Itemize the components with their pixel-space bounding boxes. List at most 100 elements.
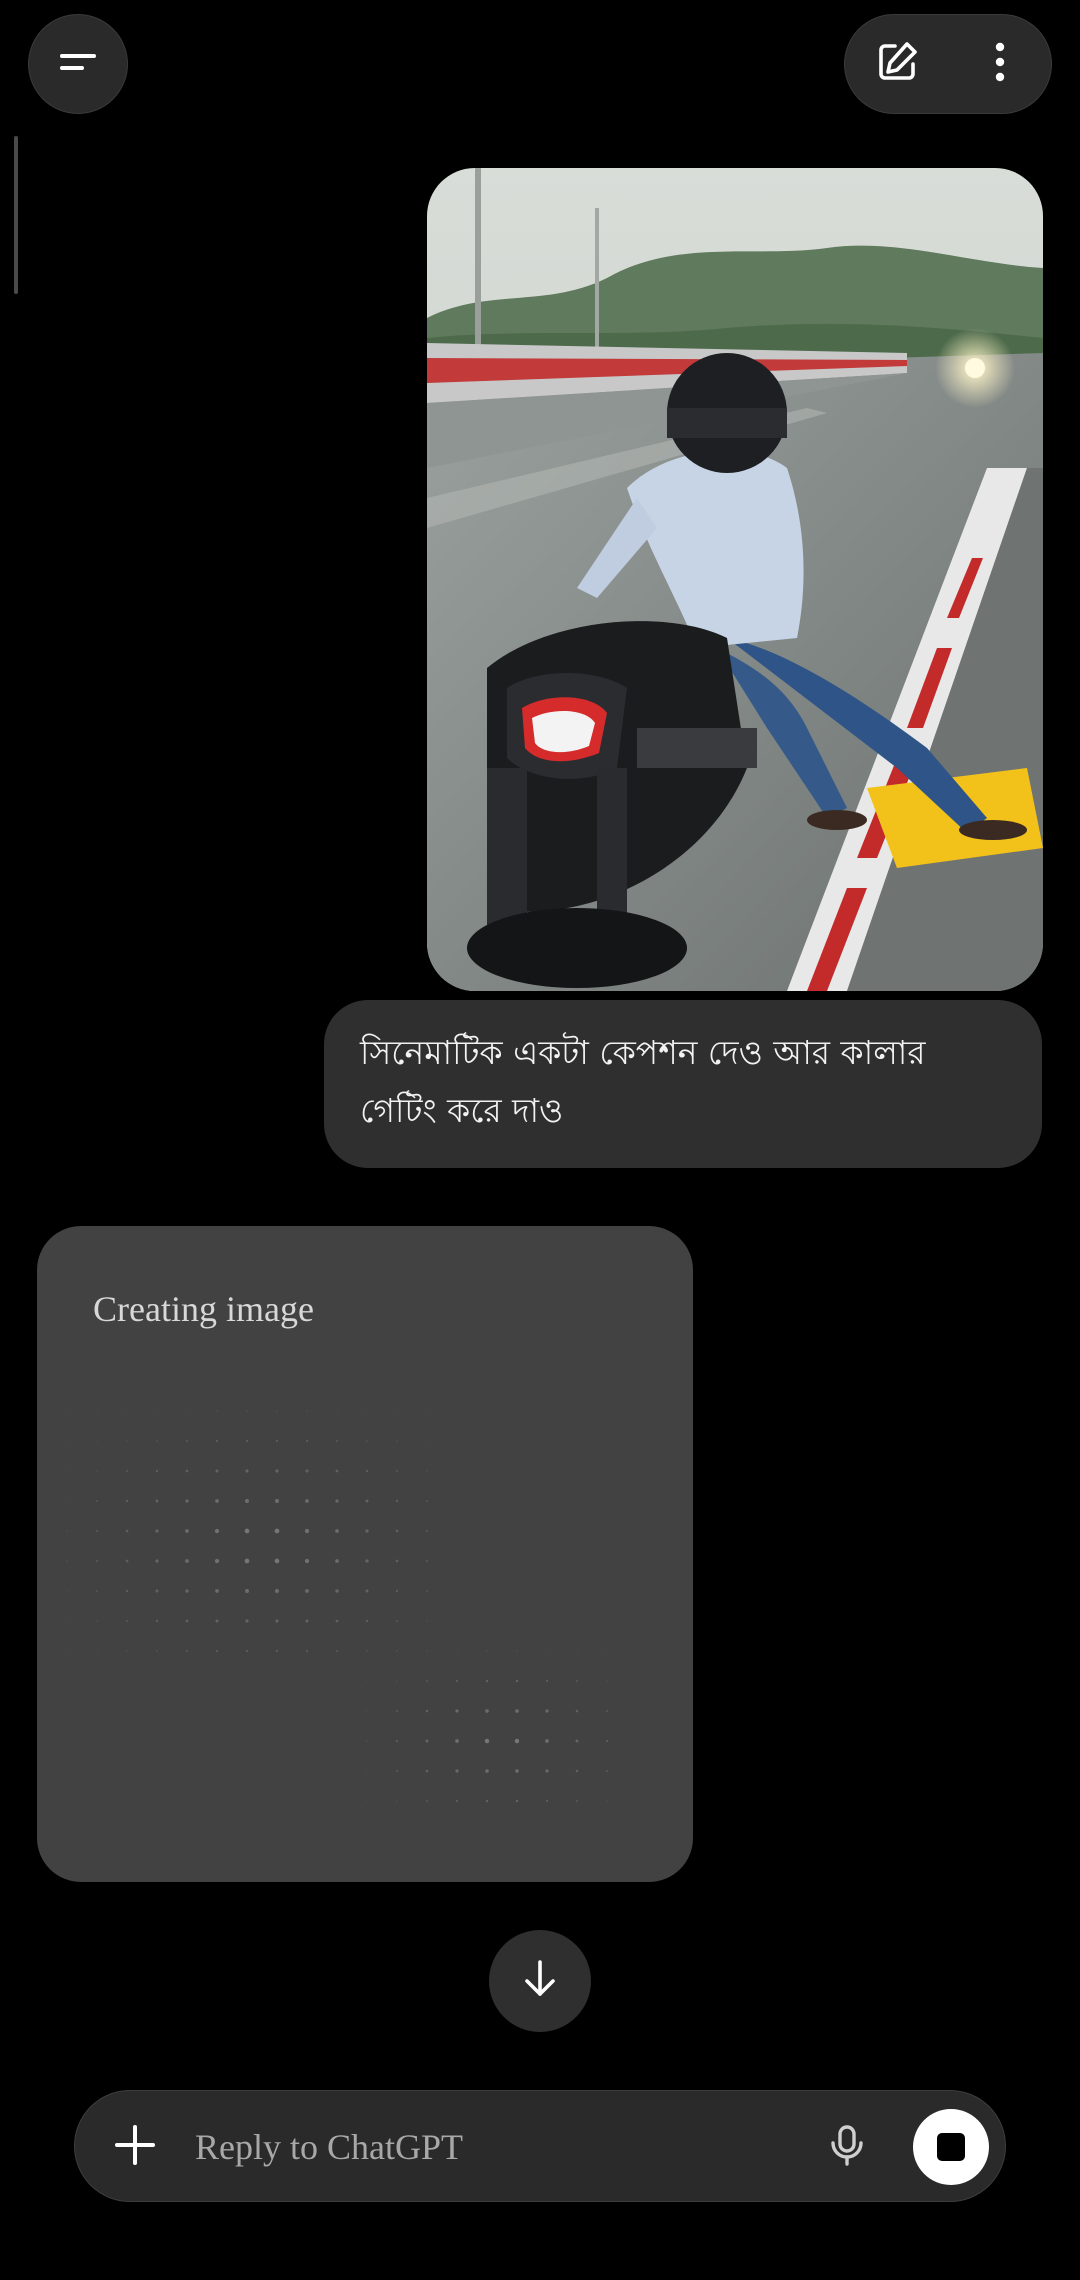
loading-dot xyxy=(66,1590,68,1592)
loading-dot xyxy=(335,1529,339,1533)
scroll-indicator[interactable] xyxy=(14,136,18,294)
loading-dot xyxy=(426,1680,428,1682)
reply-input[interactable]: Reply to ChatGPT xyxy=(195,2119,755,2175)
loading-dot xyxy=(96,1650,98,1652)
scroll-to-bottom-button[interactable] xyxy=(489,1930,591,2032)
loading-dot xyxy=(396,1410,398,1412)
loading-dot xyxy=(126,1620,128,1622)
loading-dot xyxy=(304,1558,310,1564)
loading-dot xyxy=(275,1619,279,1623)
loading-dot xyxy=(305,1589,309,1593)
loading-dot xyxy=(396,1440,398,1442)
loading-dot xyxy=(426,1590,428,1592)
loading-dot xyxy=(335,1439,339,1443)
loading-dot xyxy=(336,1410,338,1412)
loading-dot xyxy=(425,1529,429,1533)
loading-dot xyxy=(66,1410,68,1412)
loading-dot xyxy=(126,1650,128,1652)
stop-generating-button[interactable] xyxy=(913,2109,989,2185)
loading-dot xyxy=(606,1800,608,1802)
loading-dot xyxy=(66,1620,68,1622)
loading-dot xyxy=(515,1799,519,1803)
new-chat-button[interactable] xyxy=(845,15,948,113)
loading-dot xyxy=(155,1529,159,1533)
loading-dot xyxy=(396,1800,398,1802)
loading-dot xyxy=(185,1529,189,1533)
loading-dot xyxy=(575,1769,579,1773)
loading-dot xyxy=(245,1619,249,1623)
loading-dot xyxy=(366,1740,368,1742)
loading-dot xyxy=(335,1619,339,1623)
loading-dot xyxy=(426,1440,428,1442)
loading-dot xyxy=(125,1589,129,1593)
loading-dot xyxy=(214,1528,220,1534)
loading-dot xyxy=(185,1619,189,1623)
loading-dot xyxy=(545,1799,549,1803)
loading-dot xyxy=(605,1739,609,1743)
loading-dot xyxy=(545,1769,549,1773)
loading-dot xyxy=(305,1499,309,1503)
menu-button[interactable] xyxy=(28,14,128,114)
loading-dot xyxy=(96,1620,98,1622)
loading-dot xyxy=(455,1709,459,1713)
header-actions xyxy=(844,14,1052,114)
loading-dot xyxy=(606,1650,608,1652)
loading-dot xyxy=(185,1649,189,1653)
loading-dot xyxy=(515,1769,519,1773)
loading-dot xyxy=(185,1439,189,1443)
loading-dot xyxy=(245,1589,249,1593)
loading-dot xyxy=(426,1500,428,1502)
loading-dot xyxy=(215,1439,219,1443)
loading-dot xyxy=(455,1739,459,1743)
loading-dot xyxy=(275,1439,279,1443)
loading-dot xyxy=(515,1679,519,1683)
loading-dot xyxy=(275,1499,279,1503)
add-attachment-button[interactable] xyxy=(105,2117,165,2177)
loading-dot xyxy=(395,1499,399,1503)
loading-dot xyxy=(305,1619,309,1623)
loading-dot xyxy=(485,1769,489,1773)
loading-dot xyxy=(546,1650,548,1652)
loading-dot xyxy=(245,1649,249,1653)
loading-dot xyxy=(155,1589,159,1593)
edit-icon xyxy=(873,38,921,90)
loading-dot xyxy=(185,1499,189,1503)
loading-dot xyxy=(126,1440,128,1442)
voice-input-button[interactable] xyxy=(817,2117,877,2177)
loading-dot xyxy=(245,1469,249,1473)
loading-dot xyxy=(396,1770,398,1772)
loading-dot xyxy=(155,1559,159,1563)
loading-dot xyxy=(125,1499,129,1503)
loading-dot xyxy=(485,1679,489,1683)
loading-dot xyxy=(606,1770,608,1772)
loading-dot xyxy=(215,1469,219,1473)
loading-dot xyxy=(305,1439,309,1443)
loading-dot xyxy=(425,1559,429,1563)
user-photo-attachment[interactable] xyxy=(427,168,1043,991)
loading-dot xyxy=(426,1800,428,1802)
loading-dot xyxy=(514,1738,520,1744)
loading-dot xyxy=(366,1770,368,1772)
loading-dot xyxy=(185,1469,189,1473)
loading-dot xyxy=(66,1650,68,1652)
loading-dot xyxy=(274,1528,280,1534)
loading-dot xyxy=(366,1410,368,1412)
loading-dot xyxy=(545,1739,549,1743)
loading-dot xyxy=(305,1469,309,1473)
loading-dot xyxy=(396,1680,398,1682)
loading-dot xyxy=(366,1680,368,1682)
photo-thumbnail xyxy=(427,168,1043,991)
loading-dot xyxy=(366,1650,368,1652)
loading-dot xyxy=(155,1469,159,1473)
loading-dot xyxy=(275,1649,279,1653)
loading-dot xyxy=(396,1470,398,1472)
loading-dot xyxy=(335,1589,339,1593)
more-options-button[interactable] xyxy=(948,15,1051,113)
loading-dot xyxy=(366,1800,368,1802)
loading-dot xyxy=(365,1469,369,1473)
menu-icon xyxy=(56,40,100,88)
loading-dot xyxy=(395,1529,399,1533)
loading-dot xyxy=(66,1560,68,1562)
loading-dot xyxy=(365,1529,369,1533)
more-vertical-icon xyxy=(976,38,1024,90)
